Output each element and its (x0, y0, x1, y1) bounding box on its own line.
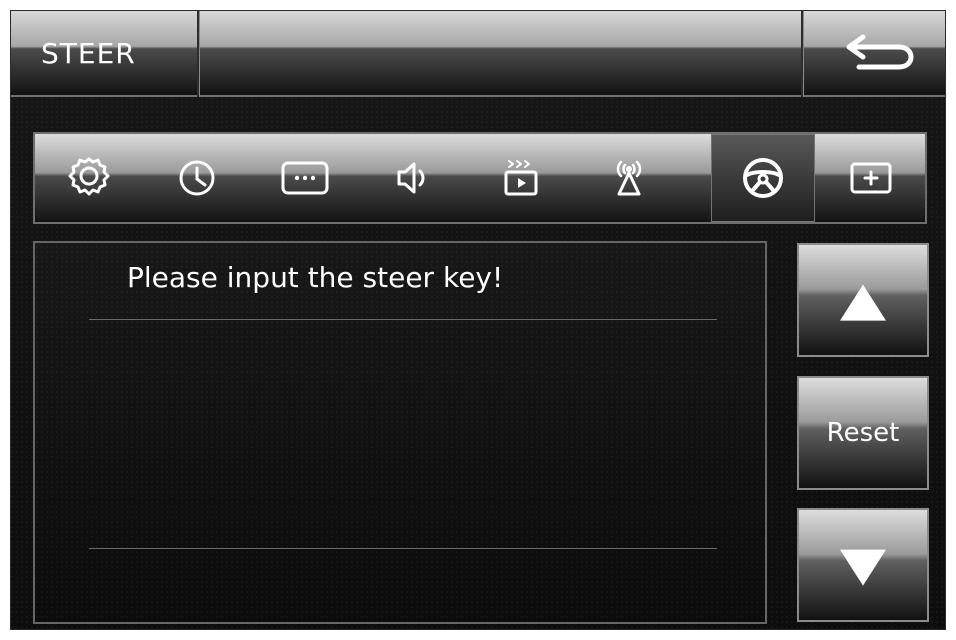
steering-wheel-icon (743, 158, 783, 198)
return-arrow-icon (846, 34, 914, 70)
steer-key-message: Please input the steer key! (127, 261, 504, 294)
gear-icon (68, 157, 110, 196)
back-button[interactable] (803, 11, 945, 97)
up-button[interactable] (797, 243, 929, 357)
tab-sound[interactable] (359, 134, 467, 222)
header-divider-left (197, 11, 199, 97)
reset-label: Reset (826, 418, 900, 448)
speaker-icon (397, 162, 425, 194)
panel-divider-bottom (89, 548, 717, 549)
reset-button[interactable]: Reset (797, 376, 929, 490)
steer-settings-screen: STEER Please input the steer key! Reset (10, 10, 946, 630)
antenna-icon (616, 160, 642, 196)
steer-key-panel: Please input the steer key! (33, 241, 767, 624)
tab-steering[interactable] (711, 134, 815, 222)
video-play-icon (504, 160, 538, 196)
plus-box-icon (850, 162, 892, 194)
tab-video[interactable] (467, 134, 575, 222)
header-bar: STEER (11, 11, 945, 97)
down-button[interactable] (797, 508, 929, 622)
page-title: STEER (41, 37, 136, 70)
tab-display[interactable] (251, 134, 359, 222)
up-triangle-icon (840, 284, 886, 321)
down-triangle-icon (840, 549, 886, 586)
settings-tab-bar (33, 132, 927, 224)
tab-extra[interactable] (817, 134, 925, 222)
panel-divider-top (89, 319, 717, 320)
tab-radio[interactable] (575, 134, 683, 222)
tab-clock[interactable] (143, 134, 251, 222)
ellipsis-box-icon (281, 161, 329, 195)
clock-icon (179, 160, 215, 196)
tab-general-settings[interactable] (35, 134, 143, 222)
